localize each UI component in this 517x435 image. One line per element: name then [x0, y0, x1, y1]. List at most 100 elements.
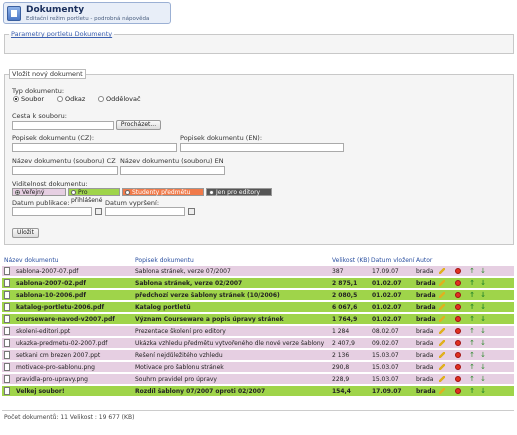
document-name-link[interactable]: katalog-portletu-2006.pdf	[16, 304, 134, 311]
edit-icon[interactable]	[439, 268, 445, 274]
document-name-link[interactable]: skoleni-editori.ppt	[16, 328, 134, 335]
edit-icon[interactable]	[439, 388, 445, 394]
desc-en-input[interactable]	[180, 143, 344, 152]
edit-icon[interactable]	[439, 352, 445, 358]
table-row: katalog-portletu-2006.pdf Katalog portlet…	[2, 302, 514, 313]
file-icon	[4, 279, 10, 287]
table-row: sablona-2007-07.pdf Šablona stránek, verz…	[2, 266, 514, 277]
column-header-name[interactable]: Název dokumentu	[4, 257, 59, 264]
new-document-legend: Vložit nový dokument	[9, 69, 86, 79]
document-description: Šablona stránek, verze 02/2007	[135, 280, 243, 287]
move-down-icon[interactable]: ↓	[480, 327, 486, 335]
browse-button[interactable]: Procházet...	[116, 120, 161, 130]
table-row: courseware-navod-v2007.pdf Význam Coursew…	[2, 314, 514, 325]
move-up-icon[interactable]: ↑	[469, 267, 475, 275]
move-down-icon[interactable]: ↓	[480, 315, 486, 323]
delete-icon[interactable]	[455, 304, 461, 310]
expiration-date-label: Datum vypršení:	[105, 199, 160, 207]
document-date: 17.09.07	[372, 388, 402, 395]
document-date: 09.02.07	[372, 340, 399, 347]
delete-icon[interactable]	[455, 352, 461, 358]
move-up-icon[interactable]: ↑	[469, 303, 475, 311]
delete-icon[interactable]	[455, 364, 461, 370]
visibility-logged-in[interactable]: Pro přihlášené	[68, 188, 120, 204]
delete-icon[interactable]	[455, 328, 461, 334]
visibility-students[interactable]: Studenty předmětu	[122, 188, 204, 196]
document-name-link[interactable]: ukazka-predmetu-02-2007.pdf	[16, 340, 134, 347]
document-name-link[interactable]: setkani cm brezen 2007.ppt	[16, 352, 134, 359]
move-down-icon[interactable]: ↓	[480, 339, 486, 347]
document-date: 15.03.07	[372, 364, 399, 371]
move-up-icon[interactable]: ↑	[469, 375, 475, 383]
document-name-link[interactable]: pravidla-pro-upravy.png	[16, 376, 134, 383]
document-date: 01.02.07	[372, 304, 402, 311]
column-header-author[interactable]: Autor	[416, 257, 432, 264]
move-up-icon[interactable]: ↑	[469, 363, 475, 371]
document-name-link[interactable]: sablona-2007-02.pdf	[16, 280, 134, 287]
document-author: brada	[416, 280, 436, 287]
move-down-icon[interactable]: ↓	[480, 267, 486, 275]
delete-icon[interactable]	[455, 280, 461, 286]
type-radio-file[interactable]: Soubor	[13, 95, 44, 103]
delete-icon[interactable]	[455, 376, 461, 382]
calendar-icon[interactable]	[188, 208, 195, 215]
edit-icon[interactable]	[439, 292, 445, 298]
visibility-editors[interactable]: Jen pro editory	[206, 188, 272, 196]
name-cz-input[interactable]	[12, 166, 118, 175]
move-up-icon[interactable]: ↑	[469, 315, 475, 323]
document-size: 2 080,5	[332, 292, 358, 299]
file-path-label: Cesta k souboru:	[12, 112, 67, 120]
move-up-icon[interactable]: ↑	[469, 339, 475, 347]
name-en-input[interactable]	[120, 166, 225, 175]
column-header-date[interactable]: Datum vložení	[371, 257, 414, 264]
move-down-icon[interactable]: ↓	[480, 363, 486, 371]
delete-icon[interactable]	[455, 316, 461, 322]
desc-en-label: Popisek dokumentu (EN):	[180, 134, 263, 142]
portlet-parameters-link[interactable]: Parametry portletu Dokumenty	[9, 30, 114, 38]
calendar-icon[interactable]	[95, 208, 102, 215]
move-down-icon[interactable]: ↓	[480, 351, 486, 359]
type-radio-separator[interactable]: Oddělovač	[98, 95, 141, 103]
edit-icon[interactable]	[439, 280, 445, 286]
document-name-link[interactable]: sablona-2007-07.pdf	[16, 268, 134, 275]
edit-icon[interactable]	[439, 316, 445, 322]
edit-icon[interactable]	[439, 328, 445, 334]
move-up-icon[interactable]: ↑	[469, 291, 475, 299]
expiration-date-input[interactable]	[105, 207, 185, 216]
file-icon	[4, 351, 10, 359]
move-down-icon[interactable]: ↓	[480, 291, 486, 299]
delete-icon[interactable]	[455, 292, 461, 298]
file-path-input[interactable]	[12, 121, 114, 130]
document-name-link[interactable]: Velkej soubor!	[16, 388, 134, 395]
move-down-icon[interactable]: ↓	[480, 375, 486, 383]
move-down-icon[interactable]: ↓	[480, 279, 486, 287]
edit-icon[interactable]	[439, 304, 445, 310]
document-author: brada	[416, 340, 434, 347]
column-header-description[interactable]: Popisek dokumentu	[135, 257, 194, 264]
desc-cz-input[interactable]	[12, 143, 177, 152]
save-button[interactable]: Uložit	[12, 228, 39, 238]
move-up-icon[interactable]: ↑	[469, 327, 475, 335]
column-header-size[interactable]: Velikost (KB)	[332, 257, 370, 264]
move-down-icon[interactable]: ↓	[480, 303, 486, 311]
type-radio-link[interactable]: Odkaz	[57, 95, 85, 103]
delete-icon[interactable]	[455, 340, 461, 346]
visibility-public[interactable]: Veřejný	[12, 188, 66, 196]
document-author: brada	[416, 328, 434, 335]
document-name-link[interactable]: motivace-pro-sablonu.png	[16, 364, 134, 371]
move-up-icon[interactable]: ↑	[469, 351, 475, 359]
edit-icon[interactable]	[439, 364, 445, 370]
move-up-icon[interactable]: ↑	[469, 387, 475, 395]
delete-icon[interactable]	[455, 268, 461, 274]
delete-icon[interactable]	[455, 388, 461, 394]
move-down-icon[interactable]: ↓	[480, 387, 486, 395]
edit-icon[interactable]	[439, 340, 445, 346]
name-cz-label: Název dokumentu (souboru) CZ	[12, 157, 116, 165]
publication-date-input[interactable]	[12, 207, 92, 216]
document-name-link[interactable]: courseware-navod-v2007.pdf	[16, 316, 134, 323]
document-date: 01.02.07	[372, 316, 402, 323]
document-name-link[interactable]: sablona-10-2006.pdf	[16, 292, 134, 299]
move-up-icon[interactable]: ↑	[469, 279, 475, 287]
edit-icon[interactable]	[439, 376, 445, 382]
help-link[interactable]: Editační režim portletu - podrobná nápov…	[26, 16, 149, 22]
